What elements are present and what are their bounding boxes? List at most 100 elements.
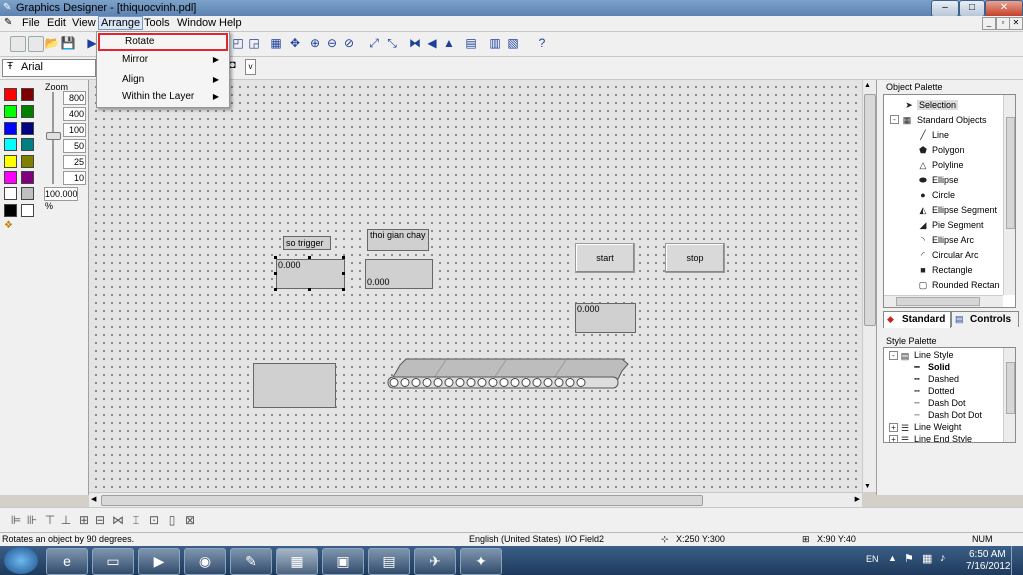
color-swatch-red[interactable]: [4, 88, 17, 101]
input-language[interactable]: EN: [866, 554, 879, 564]
style-item-dash-dot[interactable]: Dash Dot: [928, 398, 966, 408]
color-swatch-lime[interactable]: [4, 105, 17, 118]
color-swatch-teal[interactable]: [21, 138, 34, 151]
font-selector[interactable]: Ŧ Arial: [2, 59, 96, 77]
maximize-button[interactable]: □: [959, 0, 985, 17]
align-right-edge-icon[interactable]: ⊪: [24, 512, 40, 528]
custom-color-icon[interactable]: ❖: [4, 220, 16, 232]
template-icon[interactable]: [28, 36, 44, 52]
color-swatch-silver[interactable]: [21, 187, 34, 200]
selection-handle[interactable]: [308, 256, 311, 259]
menu-item-mirror[interactable]: Mirror ▶: [97, 51, 227, 69]
taskbar-tool-icon[interactable]: ✈: [414, 548, 456, 575]
palette-item-ellipse-segment[interactable]: Ellipse Segment: [932, 205, 997, 215]
network-icon[interactable]: ▦: [922, 552, 932, 565]
conveyor-belt-graphic[interactable]: [386, 357, 630, 391]
color-swatch-magenta[interactable]: [4, 171, 17, 184]
flag-icon[interactable]: ⚑: [904, 552, 914, 565]
zoom-10-button[interactable]: 10: [63, 171, 86, 185]
save-icon[interactable]: 💾: [60, 35, 76, 51]
style-item-dashed[interactable]: Dashed: [928, 374, 959, 384]
horizontal-scrollbar[interactable]: ◀ ▶: [89, 492, 862, 507]
scroll-up-icon[interactable]: ▲: [864, 82, 871, 89]
align-bottom-edge-icon[interactable]: ⊥: [58, 512, 74, 528]
color-swatch-cyan[interactable]: [4, 138, 17, 151]
zoom-25-button[interactable]: 25: [63, 155, 86, 169]
spread-horizontal-icon[interactable]: ⋈: [110, 512, 126, 528]
palette-item-ellipse-arc[interactable]: Ellipse Arc: [932, 235, 974, 245]
zoom-value[interactable]: 100.000 %: [44, 187, 78, 211]
color-swatch-black[interactable]: [4, 204, 17, 217]
zoom-area-icon[interactable]: ⊘: [341, 35, 357, 51]
taskbar-ie-icon[interactable]: e: [46, 548, 88, 575]
label-time[interactable]: thoi gian chay: [367, 229, 429, 251]
mirror-icon[interactable]: ⧓: [407, 35, 423, 51]
center-vertical-icon[interactable]: ⊟: [92, 512, 108, 528]
zoom-800-button[interactable]: 800: [63, 91, 86, 105]
color-swatch-olive[interactable]: [21, 155, 34, 168]
fill-style-dropdown[interactable]: v: [245, 59, 256, 75]
zoom-in-icon[interactable]: ⊕: [307, 35, 323, 51]
minimize-button[interactable]: –: [931, 0, 959, 17]
selection-handle[interactable]: [274, 272, 277, 275]
collapse-icon[interactable]: -: [889, 351, 898, 360]
selection-handle[interactable]: [274, 256, 277, 259]
menu-arrange[interactable]: Arrange: [98, 16, 144, 30]
align-left-edge-icon[interactable]: ⊫: [8, 512, 24, 528]
menu-item-rotate[interactable]: Rotate: [98, 33, 228, 51]
color-swatch-white-2[interactable]: [21, 204, 34, 217]
menu-item-within-layer[interactable]: Within the Layer ▶: [97, 88, 227, 106]
expand-icon[interactable]: +: [889, 435, 898, 442]
same-height-icon[interactable]: ▯: [164, 512, 180, 528]
align-top-icon[interactable]: ▲: [441, 35, 457, 51]
color-swatch-maroon[interactable]: [21, 88, 34, 101]
style-item-line-weight[interactable]: Line Weight: [914, 422, 961, 432]
io-field-selected[interactable]: 0.000: [276, 259, 345, 289]
selection-handle[interactable]: [342, 272, 345, 275]
new-file-icon[interactable]: [10, 36, 26, 52]
scroll-right-icon[interactable]: ▶: [855, 495, 860, 503]
scroll-left-icon[interactable]: ◀: [91, 495, 96, 503]
connect-icon[interactable]: ⤢: [366, 35, 382, 51]
selection-handle[interactable]: [274, 288, 277, 291]
palette-item-ellipse[interactable]: Ellipse: [932, 175, 959, 185]
color-swatch-yellow[interactable]: [4, 155, 17, 168]
same-width-icon[interactable]: ⊡: [146, 512, 162, 528]
style-item-solid[interactable]: Solid: [928, 362, 950, 372]
zoom-slider[interactable]: [46, 92, 61, 184]
tab-controls[interactable]: ▤ Controls: [951, 311, 1019, 327]
zoom-50-button[interactable]: 50: [63, 139, 86, 153]
menu-window[interactable]: Window: [175, 17, 218, 29]
style-item-line-end-style[interactable]: Line End Style: [914, 434, 972, 442]
align-top-edge-icon[interactable]: ⊤: [42, 512, 58, 528]
start-orb-icon[interactable]: [4, 547, 38, 574]
menu-view[interactable]: View: [70, 17, 98, 29]
style-item-line-style[interactable]: Line Style: [914, 350, 954, 360]
tab-standard[interactable]: ◆ Standard: [883, 311, 951, 328]
color-swatch-navy[interactable]: [21, 122, 34, 135]
disconnect-icon[interactable]: ⤡: [384, 35, 400, 51]
selection-handle[interactable]: [342, 256, 345, 259]
taskbar-chrome-icon[interactable]: ◉: [184, 548, 226, 575]
taskbar-app-icon[interactable]: ✎: [230, 548, 272, 575]
palette-item-polygon[interactable]: Polygon: [932, 145, 965, 155]
horizontal-scroll-thumb[interactable]: [101, 495, 703, 506]
style-vertical-scrollbar[interactable]: [1003, 348, 1015, 442]
color-swatch-purple[interactable]: [21, 171, 34, 184]
tray-expand-icon[interactable]: ▲: [888, 553, 897, 563]
close-button[interactable]: ✕: [985, 0, 1023, 17]
layer-front-icon[interactable]: ◰: [230, 35, 246, 51]
style-item-dash-dot-dot[interactable]: Dash Dot Dot: [928, 410, 982, 420]
palette-item-rounded-rectangle[interactable]: Rounded Rectang: [932, 280, 1000, 290]
palette-item-line[interactable]: Line: [932, 130, 949, 140]
color-swatch-green[interactable]: [21, 105, 34, 118]
selection-handle[interactable]: [342, 288, 345, 291]
palette-horizontal-scrollbar[interactable]: [884, 295, 1003, 307]
zoom-100-button[interactable]: 100: [63, 123, 86, 137]
palette-item-circle[interactable]: Circle: [932, 190, 955, 200]
color-swatch-blue[interactable]: [4, 122, 17, 135]
drawing-canvas[interactable]: [89, 80, 862, 492]
menu-help[interactable]: Help: [217, 17, 244, 29]
grid-icon[interactable]: ▦: [268, 35, 284, 51]
taskbar-tool2-icon[interactable]: ✦: [460, 548, 502, 575]
